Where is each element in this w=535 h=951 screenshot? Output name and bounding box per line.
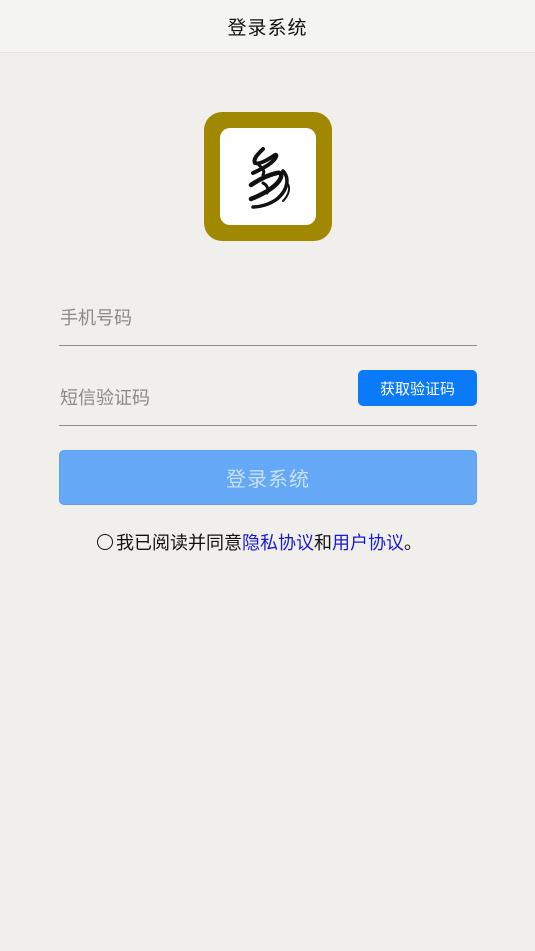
calligraphy-logo-icon bbox=[248, 146, 291, 209]
agreement-radio[interactable] bbox=[97, 534, 113, 550]
agreement-prefix: 我已阅读并同意 bbox=[116, 533, 242, 554]
sms-code-input[interactable] bbox=[60, 383, 320, 413]
agreement-conjunction: 和 bbox=[314, 533, 332, 554]
phone-input[interactable] bbox=[60, 303, 320, 333]
agreement-row: 我已阅读并同意 隐私协议 和 用户协议 。 bbox=[97, 529, 422, 555]
page-title: 登录系统 bbox=[227, 16, 308, 39]
agreement-suffix: 。 bbox=[404, 533, 422, 554]
app-logo-inner bbox=[220, 128, 316, 225]
app-logo bbox=[204, 112, 332, 241]
title-bar: 登录系统 bbox=[0, 0, 535, 53]
phone-field bbox=[59, 296, 477, 346]
get-code-button[interactable]: 获取验证码 bbox=[358, 370, 477, 406]
sms-code-field: 获取验证码 bbox=[59, 370, 477, 426]
user-agreement-link[interactable]: 用户协议 bbox=[332, 529, 404, 555]
privacy-policy-link[interactable]: 隐私协议 bbox=[242, 529, 314, 555]
login-button[interactable]: 登录系统 bbox=[59, 450, 477, 505]
